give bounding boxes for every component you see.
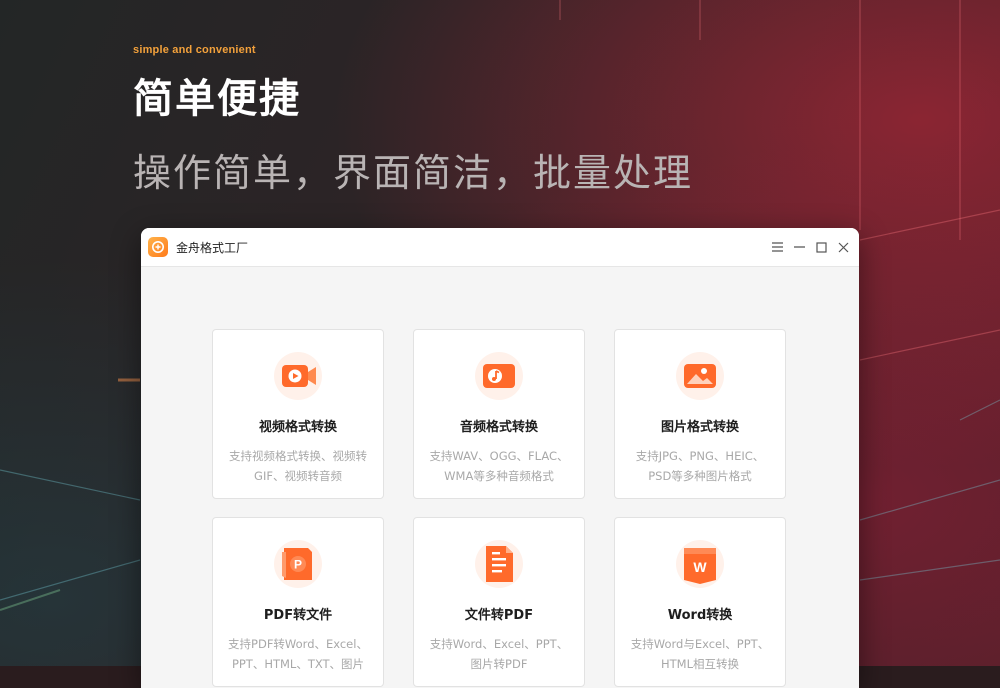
app-window: 金舟格式工厂 视频格式转换 支持视频格式转换、视频转GIF、视频转音频 音频格式… — [141, 228, 859, 688]
close-icon[interactable] — [835, 239, 851, 255]
card-file-to-pdf[interactable]: 文件转PDF 支持Word、Excel、PPT、图片转PDF — [413, 517, 585, 687]
file-to-pdf-icon — [471, 536, 527, 592]
card-description: 支持Word、Excel、PPT、图片转PDF — [429, 637, 569, 671]
card-word-convert[interactable]: W Word转换 支持Word与Excel、PPT、HTML相互转换 — [614, 517, 786, 687]
card-description: 支持Word与Excel、PPT、HTML相互转换 — [630, 637, 770, 671]
card-title: 音频格式转换 — [459, 420, 538, 435]
card-title: 图片格式转换 — [660, 420, 739, 435]
hero-headline: 简单便捷 — [133, 76, 301, 122]
card-description: 支持WAV、OGG、FLAC、WMA等多种音频格式 — [429, 449, 569, 483]
card-description: 支持PDF转Word、Excel、PPT、HTML、TXT、图片 — [228, 637, 368, 671]
app-logo-icon — [148, 237, 168, 257]
feature-grid: 视频格式转换 支持视频格式转换、视频转GIF、视频转音频 音频格式转换 支持WA… — [212, 329, 786, 687]
svg-text:W: W — [693, 559, 707, 575]
hero-tagline: simple and convenient — [133, 44, 256, 56]
card-video-convert[interactable]: 视频格式转换 支持视频格式转换、视频转GIF、视频转音频 — [212, 329, 384, 499]
word-convert-icon: W — [672, 536, 728, 592]
card-title: PDF转文件 — [263, 608, 333, 623]
card-title: 视频格式转换 — [258, 420, 337, 435]
card-audio-convert[interactable]: 音频格式转换 支持WAV、OGG、FLAC、WMA等多种音频格式 — [413, 329, 585, 499]
svg-text:P: P — [294, 558, 302, 572]
pdf-to-file-icon: P — [270, 536, 326, 592]
card-description: 支持视频格式转换、视频转GIF、视频转音频 — [229, 449, 367, 483]
minimize-icon[interactable] — [791, 239, 807, 255]
image-convert-icon — [672, 348, 728, 404]
app-title: 金舟格式工厂 — [176, 240, 249, 255]
card-title: Word转换 — [667, 608, 733, 623]
card-image-convert[interactable]: 图片格式转换 支持JPG、PNG、HEIC、PSD等多种图片格式 — [614, 329, 786, 499]
card-title: 文件转PDF — [464, 608, 534, 623]
card-description: 支持JPG、PNG、HEIC、PSD等多种图片格式 — [635, 449, 765, 483]
card-pdf-to-file[interactable]: P PDF转文件 支持PDF转Word、Excel、PPT、HTML、TXT、图… — [212, 517, 384, 687]
title-bar[interactable]: 金舟格式工厂 — [141, 228, 859, 267]
hero-section: simple and convenient 简单便捷 操作简单，界面简洁，批量处… — [133, 44, 693, 197]
video-convert-icon — [270, 348, 326, 404]
menu-icon[interactable] — [769, 239, 785, 255]
hero-subheadline: 操作简单，界面简洁，批量处理 — [133, 151, 694, 195]
window-controls — [769, 228, 851, 266]
maximize-icon[interactable] — [813, 239, 829, 255]
audio-convert-icon — [471, 348, 527, 404]
